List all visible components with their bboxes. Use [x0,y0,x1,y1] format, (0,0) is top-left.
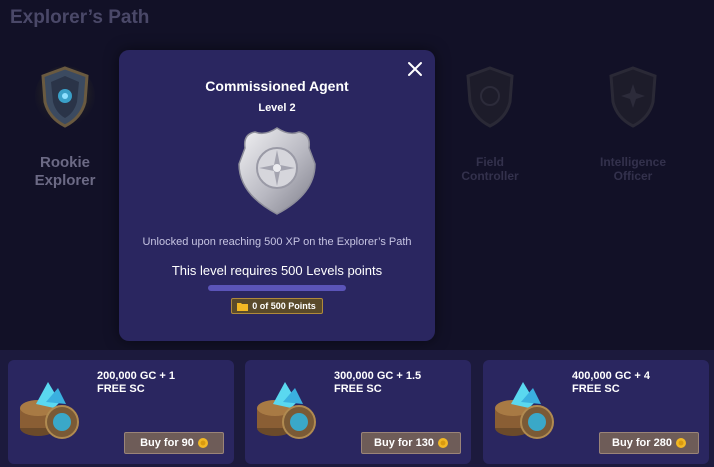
modal-subtitle: Level 2 [258,102,296,114]
offer-line1: 200,000 GC + 1 [97,370,175,382]
level-label-line1: Rookie [39,154,90,171]
level-label-line1: Intelligence [599,155,667,169]
folder-points-icon [237,302,249,311]
buy-button-label: Buy for 130 [374,437,434,449]
offer-line2: FREE SC [572,383,620,395]
coin-stack-icon [257,382,316,439]
buy-button-label: Buy for 280 [612,437,672,449]
offer-card: 400,000 GC + 4 FREE SC Buy for 280 [483,360,709,464]
level-label-line2: Officer [613,169,653,184]
gold-coin-icon [437,438,448,448]
shield-badge-locked-icon [609,66,657,128]
offer-line2: FREE SC [334,383,382,395]
modal-requirement: This level requires 500 Levels points [171,263,383,278]
points-badge: 0 of 500 Points [231,298,323,314]
shield-badge-icon [35,66,95,128]
buy-button[interactable]: Buy for 280 [599,432,699,454]
modal-description: Unlocked upon reaching 500 XP on the Exp… [142,236,412,248]
level-label-line2: Controller [461,169,519,184]
level-detail-modal: Commissioned Agent Level 2 Unlocked upon… [119,50,435,341]
gold-coin-icon [675,438,686,448]
level-card-field-controller[interactable]: Field Controller [435,62,545,184]
coin-stack-icon [495,382,554,439]
offer-line1: 300,000 GC + 1.5 [334,370,422,382]
shield-badge-locked-icon [466,66,514,128]
level-card-rookie-explorer[interactable]: Rookie Explorer [10,62,120,190]
level-label-line1: Field [475,155,504,169]
offer-line1: 400,000 GC + 4 [572,370,650,382]
page-title: Explorer’s Path [10,7,150,28]
level-label-line2: Explorer [34,172,96,189]
offer-card: 200,000 GC + 1 FREE SC Buy for 90 [8,360,234,464]
buy-button[interactable]: Buy for 90 [124,432,224,454]
offer-line2: FREE SC [97,383,145,395]
silver-shield-badge-icon [238,127,316,215]
gold-coin-icon [197,438,208,448]
coin-stack-icon [20,382,79,439]
points-text: 0 of 500 Points [252,301,316,311]
buy-button-label: Buy for 90 [140,437,194,449]
offers-band: 200,000 GC + 1 FREE SC Buy for 90 300,00… [0,350,714,467]
close-icon[interactable] [406,60,424,78]
buy-button[interactable]: Buy for 130 [361,432,461,454]
offer-card: 300,000 GC + 1.5 FREE SC Buy for 130 [245,360,471,464]
level-card-intelligence-officer[interactable]: Intelligence Officer [578,62,688,184]
modal-title: Commissioned Agent [205,78,349,94]
